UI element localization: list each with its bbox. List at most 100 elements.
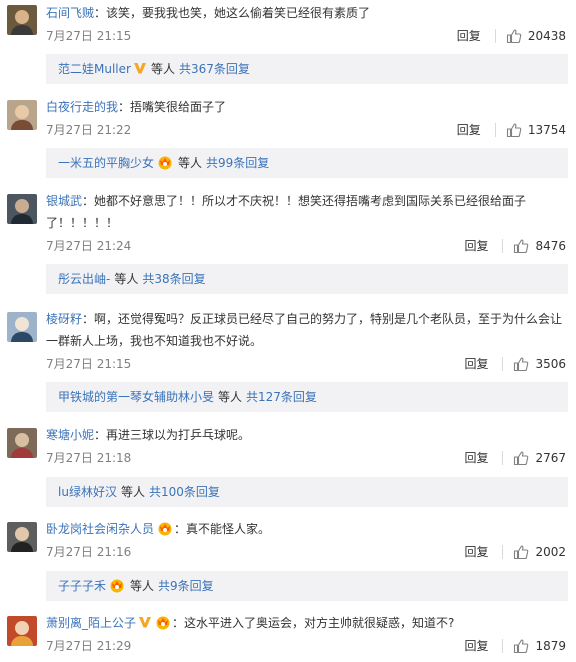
comment-username[interactable]: 石间飞贼	[46, 6, 94, 20]
comment-text: 棱砑籽：啊，还觉得冤吗？反正球员已经尽了自己的努力了，特别是几个老队员，至于为什…	[46, 312, 563, 326]
like-count: 2002	[535, 545, 566, 559]
divider	[502, 451, 504, 465]
reply-count-link[interactable]: 共38条回复	[142, 272, 205, 286]
thumbs-up-icon	[506, 123, 522, 138]
reply-username[interactable]: 范二娃Muller	[58, 62, 131, 76]
comment-time: 7月27日 21:18	[46, 451, 132, 465]
like-button[interactable]: 13754	[506, 121, 566, 139]
member-crown-icon	[110, 579, 124, 593]
comment-text: 石间飞贼：该笑，要我我也笑，她这么偷着笑已经很有素质了	[46, 6, 371, 20]
avatar[interactable]	[7, 616, 37, 646]
reply-summary[interactable]: 范二娃Muller 等人 共367条回复	[46, 54, 568, 84]
reply-summary[interactable]: 子子子禾 等人 共9条回复	[46, 571, 568, 601]
comment-time: 7月27日 21:29	[46, 639, 132, 653]
avatar[interactable]	[7, 100, 37, 130]
comment-username[interactable]: 卧龙岗社会闲杂人员	[46, 522, 154, 536]
divider	[502, 545, 504, 559]
comment-actions: 回复 2002	[464, 543, 566, 561]
reply-username[interactable]: 彤云出岫-	[58, 272, 110, 286]
comment-body: 捂嘴笑很给面子了	[130, 100, 227, 114]
like-button[interactable]: 2767	[513, 449, 566, 467]
like-count: 20438	[527, 29, 566, 43]
comment-text-continued: 一群新人上场，我也不知道我也不好说。	[46, 334, 263, 348]
comment-item: 萧别离_陌上公子 ：这水平进入了奥运会，对方主帅就很疑惑，知道不? 7月27日 2…	[0, 608, 576, 662]
comment-username[interactable]: 银城武	[46, 194, 82, 208]
comment-text: 白夜行走的我：捂嘴笑很给面子了	[46, 100, 227, 114]
reply-button[interactable]: 回复	[457, 27, 481, 45]
like-button[interactable]: 20438	[506, 27, 566, 45]
reply-summary[interactable]: 彤云出岫- 等人 共38条回复	[46, 264, 568, 294]
comment-text: 寒塘小妮：再进三球以为打乒乓球呢。	[46, 428, 251, 442]
reply-summary[interactable]: 一米五的平胸少女 等人 共99条回复	[46, 148, 568, 178]
reply-count-link[interactable]: 共127条回复	[246, 390, 317, 404]
comment-actions: 回复 1879	[464, 637, 566, 655]
like-button[interactable]: 3506	[513, 355, 566, 373]
avatar[interactable]	[7, 428, 37, 458]
like-count: 8476	[535, 239, 566, 253]
reply-button[interactable]: 回复	[464, 355, 488, 373]
reply-username[interactable]: 子子子禾	[58, 579, 106, 593]
comment-item: 白夜行走的我：捂嘴笑很给面子了 7月27日 21:22 回复 13754 一米五…	[0, 92, 576, 182]
comment-username[interactable]: 寒塘小妮	[46, 428, 94, 442]
thumbs-up-icon	[514, 239, 529, 254]
comment-time: 7月27日 21:15	[46, 357, 132, 371]
like-button[interactable]: 1879	[513, 637, 566, 655]
comment-body: 啊，还觉得冤吗？反正球员已经尽了自己的努力了，特别是几个老队员，至于为什么会让	[94, 312, 563, 326]
comment-time: 7月27日 21:15	[46, 29, 132, 43]
reply-count-link[interactable]: 共100条回复	[149, 485, 220, 499]
comment-text: 萧别离_陌上公子 ：这水平进入了奥运会，对方主帅就很疑惑，知道不?	[46, 616, 455, 630]
divider	[502, 239, 504, 253]
reply-button[interactable]: 回复	[464, 543, 488, 561]
divider	[494, 29, 496, 43]
reply-username[interactable]: 甲铁城的第一琴女辅助林小旻	[58, 390, 214, 404]
comment-body: 她都不好意思了！！所以才不庆祝！！想笑还得捂嘴考虑到国际关系已经很给面子	[94, 194, 527, 208]
like-count: 1879	[535, 639, 566, 653]
comment-item: 寒塘小妮：再进三球以为打乒乓球呢。 7月27日 21:18 回复 2767 lu…	[0, 420, 576, 510]
comment-time: 7月27日 21:22	[46, 123, 132, 137]
comment-item: 卧龙岗社会闲杂人员 ：真不能怪人家。 7月27日 21:16 回复 2002 子子…	[0, 514, 576, 606]
comment-actions: 回复 13754	[457, 121, 566, 139]
comment-item: 棱砑籽：啊，还觉得冤吗？反正球员已经尽了自己的努力了，特别是几个老队员，至于为什…	[0, 304, 576, 412]
reply-summary[interactable]: 甲铁城的第一琴女辅助林小旻 等人 共127条回复	[46, 382, 568, 412]
comment-body: 再进三球以为打乒乓球呢。	[106, 428, 251, 442]
avatar[interactable]	[7, 312, 37, 342]
comment-username[interactable]: 棱砑籽	[46, 312, 82, 326]
divider	[502, 639, 504, 653]
reply-button[interactable]: 回复	[464, 449, 488, 467]
comment-actions: 回复 8476	[464, 237, 566, 255]
verified-v-icon	[139, 617, 152, 628]
divider	[502, 357, 504, 371]
reply-count-link[interactable]: 共99条回复	[206, 156, 269, 170]
member-crown-icon	[156, 616, 170, 630]
reply-username[interactable]: 一米五的平胸少女	[58, 156, 154, 170]
reply-button[interactable]: 回复	[464, 237, 488, 255]
like-button[interactable]: 2002	[513, 543, 566, 561]
avatar[interactable]	[7, 194, 37, 224]
verified-v-icon	[133, 63, 146, 74]
comment-item: 石间飞贼：该笑，要我我也笑，她这么偷着笑已经很有素质了 7月27日 21:15 …	[0, 0, 576, 84]
comment-username[interactable]: 萧别离_陌上公子	[46, 616, 136, 630]
comment-time: 7月27日 21:24	[46, 239, 132, 253]
reply-count-link[interactable]: 共9条回复	[158, 579, 214, 593]
thumbs-up-icon	[514, 357, 529, 372]
like-button[interactable]: 8476	[513, 237, 566, 255]
comment-actions: 回复 3506	[464, 355, 566, 373]
comment-username[interactable]: 白夜行走的我	[46, 100, 118, 114]
comment-item: 银城武：她都不好意思了！！所以才不庆祝！！想笑还得捂嘴考虑到国际关系已经很给面子…	[0, 186, 576, 298]
thumbs-up-icon	[514, 639, 529, 654]
divider	[494, 123, 496, 137]
reply-username[interactable]: lu绿林好汉	[58, 485, 117, 499]
comment-time: 7月27日 21:16	[46, 545, 132, 559]
avatar[interactable]	[7, 522, 37, 552]
thumbs-up-icon	[514, 545, 529, 560]
reply-button[interactable]: 回复	[457, 121, 481, 139]
avatar[interactable]	[7, 5, 37, 35]
comment-actions: 回复 2767	[464, 449, 566, 467]
comment-actions: 回复 20438	[457, 27, 566, 45]
thumbs-up-icon	[506, 29, 522, 44]
reply-count-link[interactable]: 共367条回复	[179, 62, 250, 76]
comment-body: 该笑，要我我也笑，她这么偷着笑已经很有素质了	[106, 6, 371, 20]
member-crown-icon	[158, 156, 172, 170]
reply-button[interactable]: 回复	[464, 637, 488, 655]
reply-summary[interactable]: lu绿林好汉 等人 共100条回复	[46, 477, 568, 507]
